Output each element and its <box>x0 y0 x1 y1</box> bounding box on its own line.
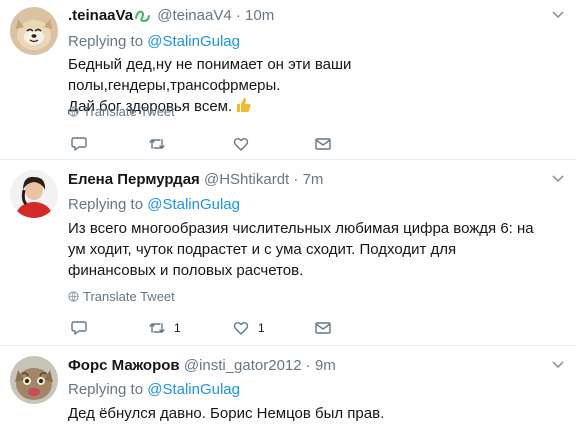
user-handle[interactable]: @teinaaV4 <box>157 7 231 24</box>
tweet[interactable]: .teinaaVa @teinaaV4 · 10m Replying to @S… <box>0 0 576 160</box>
reply-button[interactable] <box>70 318 88 338</box>
tweet[interactable]: Форс Мажоров @insti_gator2012 · 9m Reply… <box>0 346 576 430</box>
chevron-down-icon[interactable] <box>552 174 564 184</box>
replying-to-label: Replying to <box>68 381 144 398</box>
thumbs-up-icon <box>234 96 252 120</box>
user-handle[interactable]: @HShtikardt <box>204 171 289 188</box>
replying-to-label: Replying to <box>68 33 144 50</box>
name-emoji-icon <box>134 8 152 23</box>
separator-dot: · <box>293 171 299 188</box>
user-handle[interactable]: @insti_gator2012 <box>184 357 302 374</box>
retweet-button[interactable] <box>148 134 166 154</box>
timestamp[interactable]: 9m <box>315 357 336 374</box>
replying-to-link[interactable]: @StalinGulag <box>147 196 240 213</box>
direct-message-button[interactable] <box>314 134 332 154</box>
timestamp[interactable]: 10m <box>245 7 274 24</box>
tweet-header: Елена Пермурдая @HShtikardt · 7m <box>68 171 323 189</box>
tweet[interactable]: Елена Пермурдая @HShtikardt · 7m Replyin… <box>0 160 576 346</box>
replying-to: Replying to @StalinGulag <box>68 196 240 214</box>
retweet-count: 1 <box>174 321 181 335</box>
timestamp[interactable]: 7m <box>303 171 324 188</box>
replying-to: Replying to @StalinGulag <box>68 381 240 399</box>
globe-icon <box>68 106 79 117</box>
tweet-text-line: Бедный дед,ну не понимает он эти ваши по… <box>68 56 352 94</box>
like-icon <box>233 138 249 151</box>
separator-dot: · <box>305 357 311 374</box>
replying-to-label: Replying to <box>68 196 144 213</box>
tweet-header: .teinaaVa @teinaaV4 · 10m <box>68 7 274 25</box>
display-name[interactable]: .teinaaVa <box>68 7 133 24</box>
like-button[interactable] <box>232 134 250 154</box>
display-name[interactable]: Форс Мажоров <box>68 357 180 374</box>
chevron-down-icon[interactable] <box>552 360 564 370</box>
translate-tweet-link[interactable]: Translate Tweet <box>68 104 175 120</box>
reply-icon <box>71 321 87 335</box>
translate-label: Translate Tweet <box>83 104 175 119</box>
globe-icon <box>68 291 79 302</box>
chevron-down-icon[interactable] <box>552 10 564 20</box>
direct-message-button[interactable] <box>314 318 332 338</box>
retweet-icon <box>149 139 165 149</box>
translate-label: Translate Tweet <box>83 289 175 304</box>
like-count: 1 <box>258 321 265 335</box>
replying-to-link[interactable]: @StalinGulag <box>147 381 240 398</box>
reply-button[interactable] <box>70 134 88 154</box>
display-name[interactable]: Елена Пермурдая <box>68 171 200 188</box>
like-icon <box>233 322 249 335</box>
separator-dot: · <box>235 7 241 24</box>
replying-to: Replying to @StalinGulag <box>68 33 240 51</box>
message-icon <box>315 138 331 150</box>
like-button[interactable]: 1 <box>232 318 265 338</box>
tweet-text: Из всего многообразия числительных любим… <box>68 220 534 279</box>
avatar[interactable] <box>10 7 58 55</box>
retweet-icon <box>149 323 165 333</box>
replying-to-link[interactable]: @StalinGulag <box>147 33 240 50</box>
retweet-button[interactable]: 1 <box>148 318 181 338</box>
avatar[interactable] <box>10 170 58 218</box>
tweet-text: Дед ёбнулся давно. Борис Немцов был прав… <box>68 405 385 422</box>
tweet-header: Форс Мажоров @insti_gator2012 · 9m <box>68 357 336 375</box>
reply-icon <box>71 137 87 151</box>
message-icon <box>315 322 331 334</box>
translate-tweet-link[interactable]: Translate Tweet <box>68 289 175 305</box>
avatar[interactable] <box>10 356 58 404</box>
